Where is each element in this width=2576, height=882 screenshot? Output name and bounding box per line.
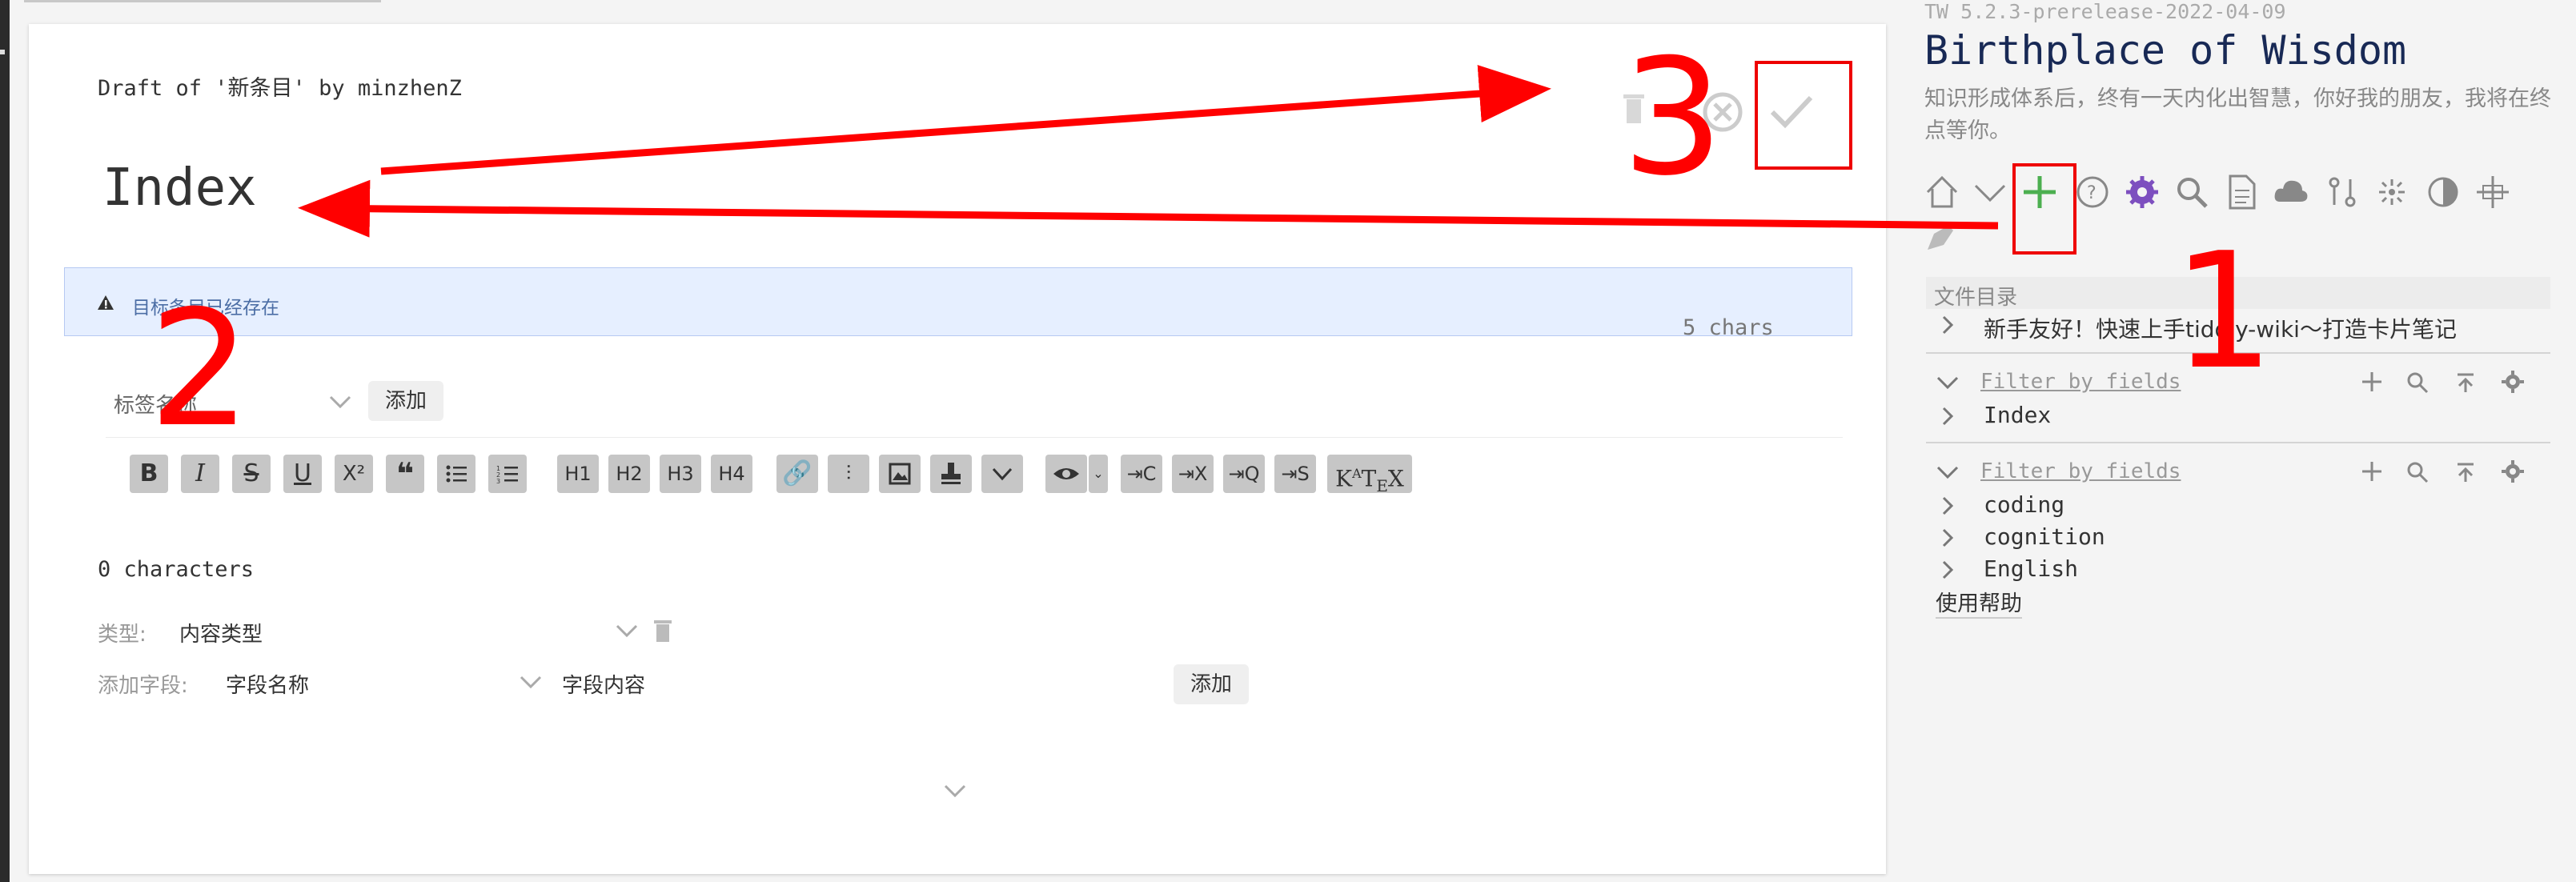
arrow-to-title <box>298 179 1999 238</box>
annotation-step-2: 2 <box>149 276 251 463</box>
annotation-step-1: 1 <box>2173 218 2275 405</box>
annotation-step-3: 3 <box>1622 25 1724 211</box>
annotation-arrows <box>298 65 1999 238</box>
arrow-to-done <box>380 65 1551 175</box>
